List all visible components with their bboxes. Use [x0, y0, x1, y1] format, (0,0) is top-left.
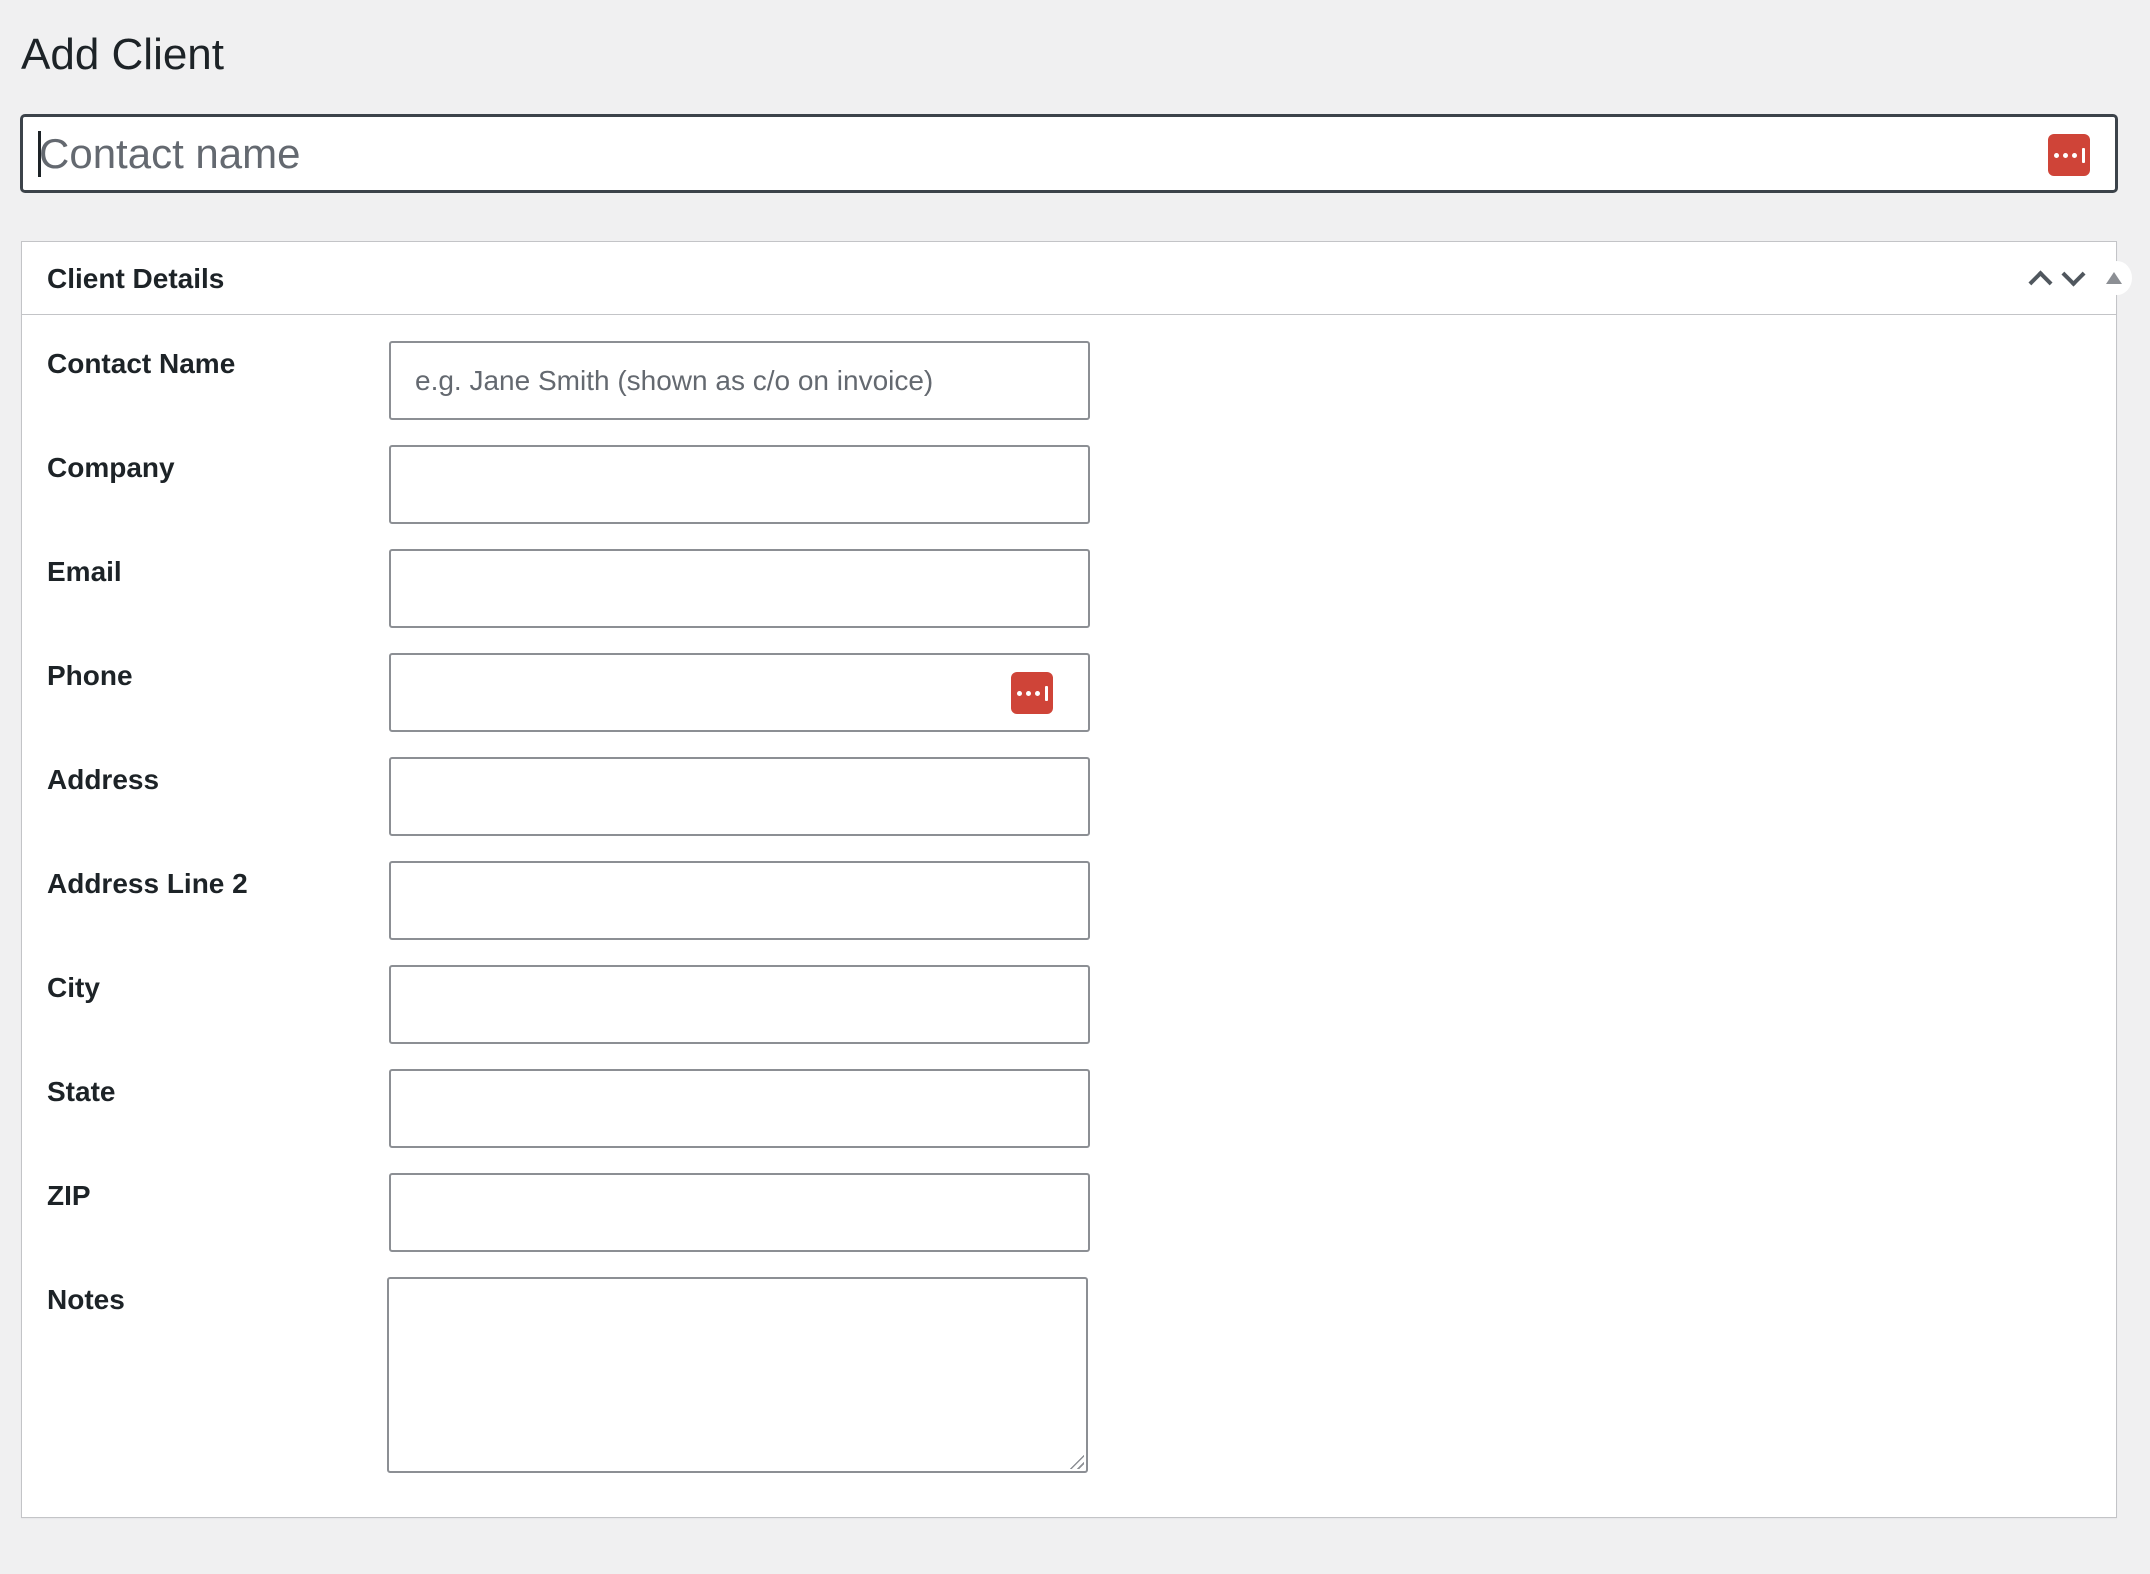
move-up-button[interactable] — [2022, 260, 2058, 296]
field-label-state: State — [47, 1076, 116, 1107]
contact-name-title-input[interactable] — [23, 117, 2115, 190]
field-label-notes: Notes — [47, 1284, 125, 1315]
phone-input[interactable] — [391, 655, 1088, 730]
company-field[interactable] — [389, 445, 1090, 524]
toggle-panel-button[interactable] — [2102, 261, 2132, 295]
address-line-2-field[interactable] — [389, 861, 1090, 940]
field-label-email: Email — [47, 556, 122, 587]
field-label-address-line-2: Address Line 2 — [47, 868, 248, 899]
chevron-up-icon — [2027, 269, 2053, 295]
phone-field[interactable] — [389, 653, 1090, 732]
email-field[interactable] — [389, 549, 1090, 628]
field-label-company: Company — [47, 452, 175, 483]
zip-field[interactable] — [389, 1173, 1090, 1252]
notes-textarea[interactable] — [389, 1279, 1086, 1471]
field-label-zip: ZIP — [47, 1180, 91, 1211]
address-line-2-input[interactable] — [391, 863, 1088, 938]
client-details-metabox: Client Details Contact Name Company Emai… — [21, 241, 2132, 1518]
zip-input[interactable] — [391, 1175, 1088, 1250]
state-input[interactable] — [391, 1071, 1088, 1146]
resize-handle-icon[interactable] — [1068, 1453, 1084, 1469]
password-manager-icon[interactable] — [1011, 672, 1053, 714]
field-label-city: City — [47, 972, 100, 1003]
metabox-header: Client Details — [22, 242, 2132, 315]
company-input[interactable] — [391, 447, 1088, 522]
text-cursor — [38, 131, 41, 177]
field-label-phone: Phone — [47, 660, 133, 691]
address-field[interactable] — [389, 757, 1090, 836]
address-input[interactable] — [391, 759, 1088, 834]
email-input[interactable] — [391, 551, 1088, 626]
password-manager-icon[interactable] — [2048, 134, 2090, 176]
page-title: Add Client — [21, 30, 225, 79]
field-label-contact-name: Contact Name — [47, 348, 236, 379]
city-field[interactable] — [389, 965, 1090, 1044]
triangle-up-icon — [2106, 272, 2122, 284]
notes-field[interactable] — [387, 1277, 1088, 1473]
contact-name-title-field[interactable] — [21, 115, 2117, 192]
state-field[interactable] — [389, 1069, 1090, 1148]
field-label-address: Address — [47, 764, 160, 795]
city-input[interactable] — [391, 967, 1088, 1042]
chevron-down-icon — [2060, 261, 2086, 287]
move-down-button[interactable] — [2055, 260, 2091, 296]
contact-name-field[interactable] — [389, 341, 1090, 420]
metabox-title: Client Details — [47, 263, 225, 294]
contact-name-input[interactable] — [391, 343, 1088, 418]
